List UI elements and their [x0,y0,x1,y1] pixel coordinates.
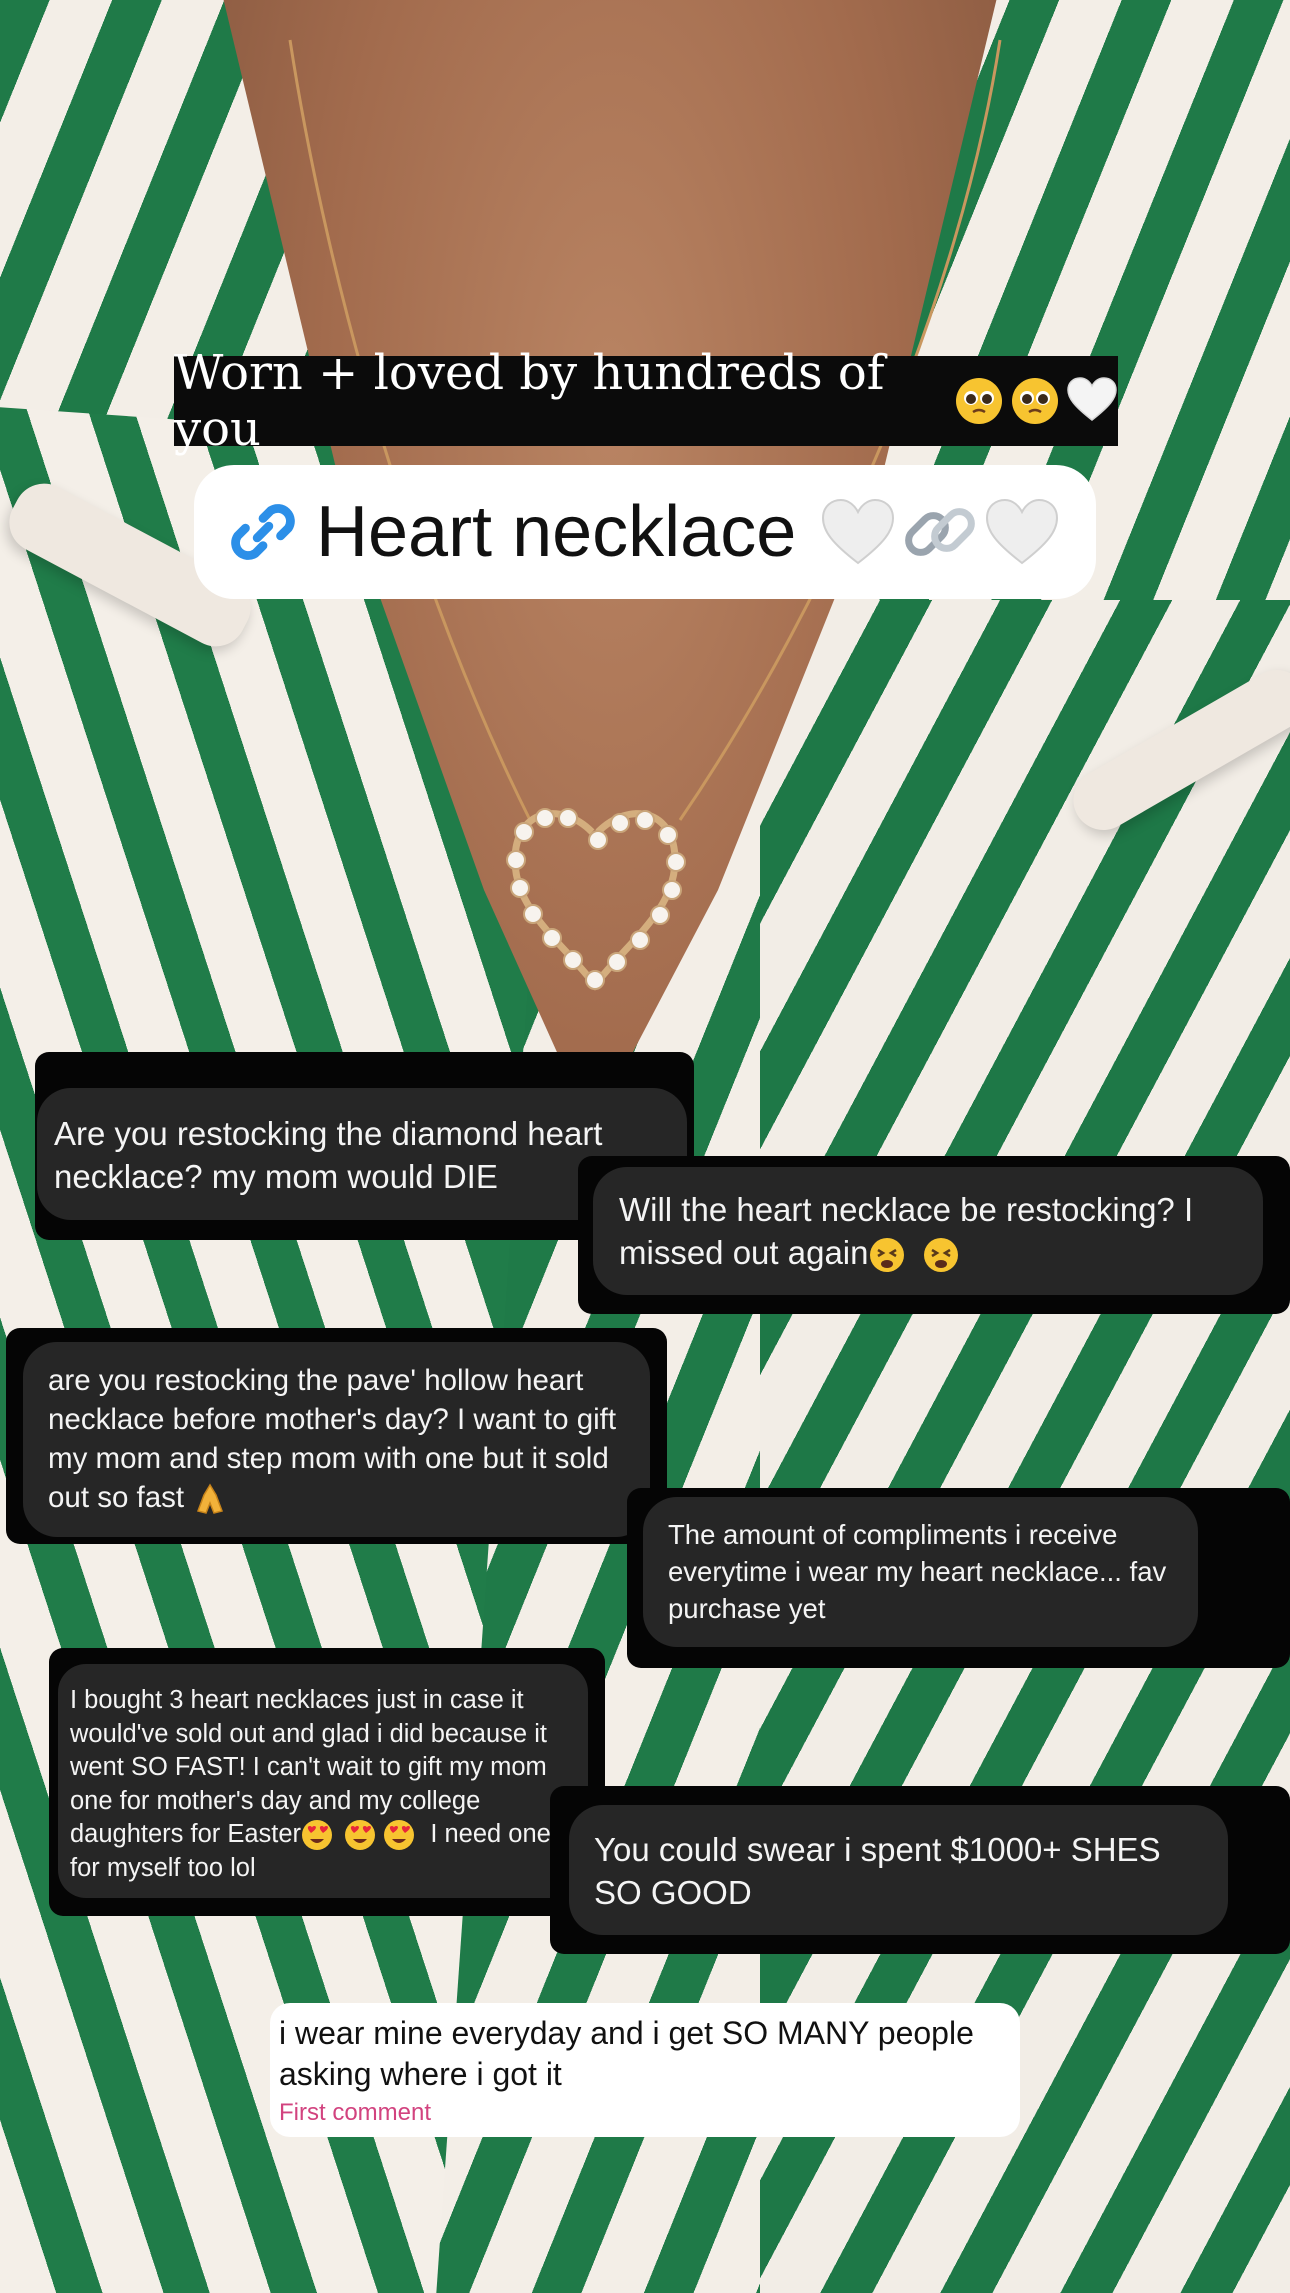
headline-emojis [954,376,1118,426]
pleading-face-icon [956,378,1002,424]
message-text: The amount of compliments i receive ever… [668,1519,1167,1624]
headline-banner: Worn + loved by hundreds of you [174,345,1118,457]
message-text: Are you restocking the diamond heart nec… [54,1115,603,1195]
message-bubble: are you restocking the pave' hollow hear… [23,1342,650,1537]
pleading-face-icon [1012,378,1058,424]
link-sticker-emojis [820,492,1060,572]
tired-face-icon [923,1238,958,1273]
message-bubble: You could swear i spent $1000+ SHES SO G… [569,1805,1228,1935]
white-heart-icon [822,498,895,565]
folded-hands-icon [197,1483,224,1515]
message-bubble: The amount of compliments i receive ever… [643,1497,1198,1647]
heart-eyes-icon [345,1820,376,1851]
message-bubble: I bought 3 heart necklaces just in case … [58,1664,588,1898]
chain-link-icon [905,508,976,556]
comment-text: i wear mine everyday and i get SO MANY p… [279,2015,974,2092]
tired-face-icon [870,1238,905,1273]
white-heart-icon [986,498,1059,565]
link-sticker[interactable]: Heart necklace [194,465,1096,599]
message-text: are you restocking the pave' hollow hear… [48,1364,617,1514]
heart-eyes-icon [302,1820,333,1851]
message-bubble: Will the heart necklace be restocking? I… [593,1167,1263,1295]
message-text: Will the heart necklace be restocking? I… [619,1191,1194,1271]
headline-text: Worn + loved by hundreds of you [174,345,885,457]
link-icon [231,504,295,560]
heart-eyes-icon [384,1820,415,1851]
white-heart-icon [1067,377,1117,421]
first-comment-card: i wear mine everyday and i get SO MANY p… [270,2003,1020,2137]
first-comment-label: First comment [279,2099,432,2126]
message-text: You could swear i spent $1000+ SHES SO G… [594,1831,1161,1911]
link-sticker-label: Heart necklace [316,492,797,572]
